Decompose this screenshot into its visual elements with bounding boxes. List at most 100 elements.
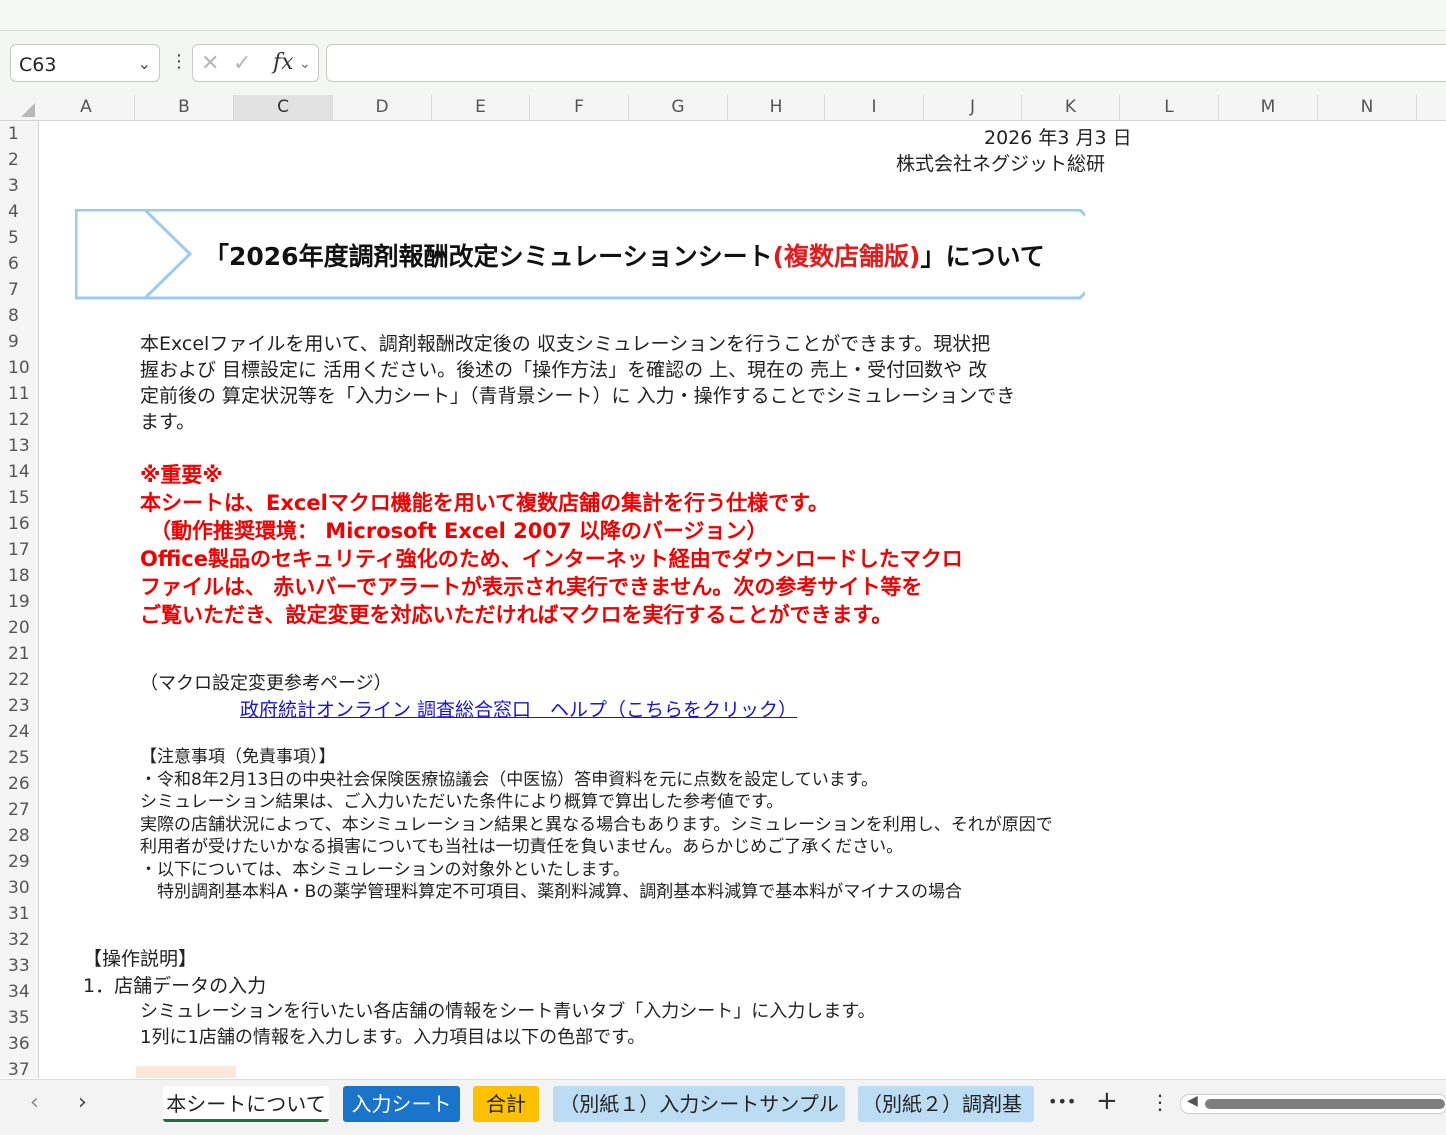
row-header[interactable]: 1 <box>0 124 38 144</box>
title-main: 「2026年度調剤報酬改定シミュレーションシート <box>204 242 773 271</box>
ops-line: シミュレーションを行いたい各店舗の情報をシート青いタブ「入力シート」に入力します… <box>140 1001 876 1022</box>
more-options-icon[interactable]: ⋮ <box>170 51 188 72</box>
row-header[interactable]: 3 <box>0 176 38 196</box>
row-header[interactable]: 2 <box>0 150 38 170</box>
row-header[interactable]: 30 <box>0 878 38 898</box>
row-header[interactable]: 35 <box>0 1008 38 1028</box>
macro-help-link[interactable]: 政府統計オンライン 調査総合窓口 ヘルプ（こちらをクリック） <box>240 695 797 722</box>
tab-about-sheet[interactable]: 本シートについて <box>163 1086 329 1122</box>
disclaimer-block: 【注意事項（免責事項）】 ・令和8年2月13日の中央社会保険医療協議会（中医協）… <box>140 746 1053 904</box>
important-line: ご覧いただき、設定変更を対応いただければマクロを実行することができます。 <box>140 603 893 627</box>
column-header-g[interactable]: G <box>629 95 728 120</box>
formula-buttons: ✕ ✓ fx ⌄ <box>192 44 319 82</box>
row-header[interactable]: 8 <box>0 306 38 326</box>
notice-line: ・以下については、本シミュレーションの対象外といたします。 <box>140 859 630 880</box>
row-header[interactable]: 17 <box>0 540 38 560</box>
important-notice: ※重要※ 本シートは、Excelマクロ機能を用いて複数店舗の集計を行う仕様です。… <box>140 461 963 629</box>
row-header[interactable]: 15 <box>0 488 38 508</box>
ops-title: 【操作説明】 <box>83 948 198 970</box>
row-header[interactable]: 20 <box>0 618 38 638</box>
column-header-j[interactable]: J <box>924 95 1022 120</box>
row-header[interactable]: 25 <box>0 748 38 768</box>
column-header-n[interactable]: N <box>1318 95 1417 120</box>
row-header[interactable]: 31 <box>0 904 38 924</box>
intro-line: 握および 目標設定に 活用ください。後述の「操作方法」を確認の 上、現在の 売上… <box>140 359 988 381</box>
chevron-down-icon[interactable]: ⌄ <box>299 56 311 72</box>
tab-attachment-2[interactable]: （別紙２）調剤基 <box>858 1086 1034 1122</box>
row-header[interactable]: 16 <box>0 514 38 534</box>
row-header[interactable]: 5 <box>0 228 38 248</box>
tab-attachment-1[interactable]: （別紙１）入力シートサンプル <box>553 1086 845 1122</box>
important-line: Office製品のセキュリティ強化のため、インターネット経由でダウンロードしたマ… <box>140 547 963 571</box>
intro-line: 本Excelファイルを用いて、調剤報酬改定後の 収支シミュレーションを行うことが… <box>140 333 991 355</box>
row-header[interactable]: 12 <box>0 410 38 430</box>
column-header-l[interactable]: L <box>1120 95 1219 120</box>
row-header[interactable]: 6 <box>0 254 38 274</box>
column-header-f[interactable]: F <box>530 95 629 120</box>
sheet-grid[interactable]: 2026 年3 月3 日 株式会社ネグジット総研 「2026年度調剤報酬改定シミ… <box>39 121 1446 1078</box>
column-header-h[interactable]: H <box>728 95 825 120</box>
cancel-icon[interactable]: ✕ <box>201 51 219 76</box>
notice-title: 【注意事項（免責事項）】 <box>140 747 336 767</box>
chevron-down-icon[interactable]: ⌄ <box>138 54 151 73</box>
row-header[interactable]: 29 <box>0 852 38 872</box>
row-header[interactable]: 13 <box>0 436 38 456</box>
check-icon[interactable]: ✓ <box>233 51 251 76</box>
column-header-m[interactable]: M <box>1219 95 1318 120</box>
row-headers: 1 2 3 4 5 6 7 8 9 10 11 12 13 14 15 16 17 18 19 20 21 22 23 24 2… <box>0 121 39 1080</box>
input-color-sample <box>136 1066 236 1078</box>
row-header[interactable]: 21 <box>0 644 38 664</box>
tab-input-sheet[interactable]: 入力シート <box>343 1086 460 1122</box>
horizontal-scrollbar[interactable]: ◀ <box>1180 1093 1446 1114</box>
column-header-a[interactable]: A <box>38 95 135 120</box>
row-header[interactable]: 26 <box>0 774 38 794</box>
row-header[interactable]: 34 <box>0 982 38 1002</box>
add-sheet-icon[interactable]: + <box>1096 1086 1118 1116</box>
tab-total[interactable]: 合計 <box>473 1086 539 1122</box>
row-header[interactable]: 22 <box>0 670 38 690</box>
ops-step1: 1．店舗データの入力 <box>83 975 267 997</box>
scroll-left-icon[interactable]: ◀ <box>1187 1093 1198 1109</box>
name-box-value: C63 <box>19 54 57 76</box>
ribbon-strip <box>0 0 1446 31</box>
column-header-i[interactable]: I <box>825 95 924 120</box>
row-header[interactable]: 24 <box>0 722 38 742</box>
important-line: （動作推奨環境： Microsoft Excel 2007 以降のバージョン） <box>150 519 768 543</box>
title-suffix: 」について <box>920 242 1045 271</box>
select-all-corner[interactable] <box>0 95 38 120</box>
row-header[interactable]: 27 <box>0 800 38 820</box>
name-box[interactable]: C63 ⌄ <box>10 44 160 82</box>
title-red: (複数店舗版) <box>772 242 921 271</box>
row-header[interactable]: 18 <box>0 566 38 586</box>
notice-line: 実際の店舗状況によって、本シミュレーション結果と異なる場合もあります。シミュレー… <box>140 814 1053 835</box>
row-header[interactable]: 33 <box>0 956 38 976</box>
row-header[interactable]: 4 <box>0 202 38 222</box>
row-header[interactable]: 32 <box>0 930 38 950</box>
fx-icon[interactable]: fx <box>273 50 294 75</box>
column-header-k[interactable]: K <box>1022 95 1120 120</box>
formula-input[interactable] <box>326 44 1446 82</box>
column-header-d[interactable]: D <box>333 95 432 120</box>
column-header-e[interactable]: E <box>432 95 530 120</box>
chevron-right-icon[interactable]: › <box>78 1090 87 1115</box>
column-headers: ABCDEFGHIJKLMN <box>0 95 1446 121</box>
row-header[interactable]: 36 <box>0 1034 38 1054</box>
row-header[interactable]: 10 <box>0 358 38 378</box>
notice-line: ・令和8年2月13日の中央社会保険医療協議会（中医協）答申資料を元に点数を設定し… <box>140 769 879 790</box>
column-header-c[interactable]: C <box>234 95 333 120</box>
scrollbar-thumb[interactable] <box>1205 1099 1445 1109</box>
sheet-tab-bar: ‹ › 本シートについて 入力シート 合計 （別紙１）入力シートサンプル （別紙… <box>0 1079 1446 1135</box>
row-header[interactable]: 19 <box>0 592 38 612</box>
row-header[interactable]: 7 <box>0 280 38 300</box>
row-header[interactable]: 28 <box>0 826 38 846</box>
notice-line: 利用者が受けたいかなる損害についても当社は一切責任を負いません。あらかじめご了承… <box>140 837 904 857</box>
sheet-menu-icon[interactable]: ⋮ <box>1150 1090 1170 1114</box>
row-header[interactable]: 37 <box>0 1060 38 1080</box>
chevron-left-icon[interactable]: ‹ <box>30 1090 39 1115</box>
row-header[interactable]: 23 <box>0 696 38 716</box>
row-header[interactable]: 11 <box>0 384 38 404</box>
row-header[interactable]: 14 <box>0 462 38 482</box>
more-tabs-icon[interactable]: ••• <box>1048 1092 1076 1111</box>
column-header-b[interactable]: B <box>135 95 234 120</box>
row-header[interactable]: 9 <box>0 332 38 352</box>
